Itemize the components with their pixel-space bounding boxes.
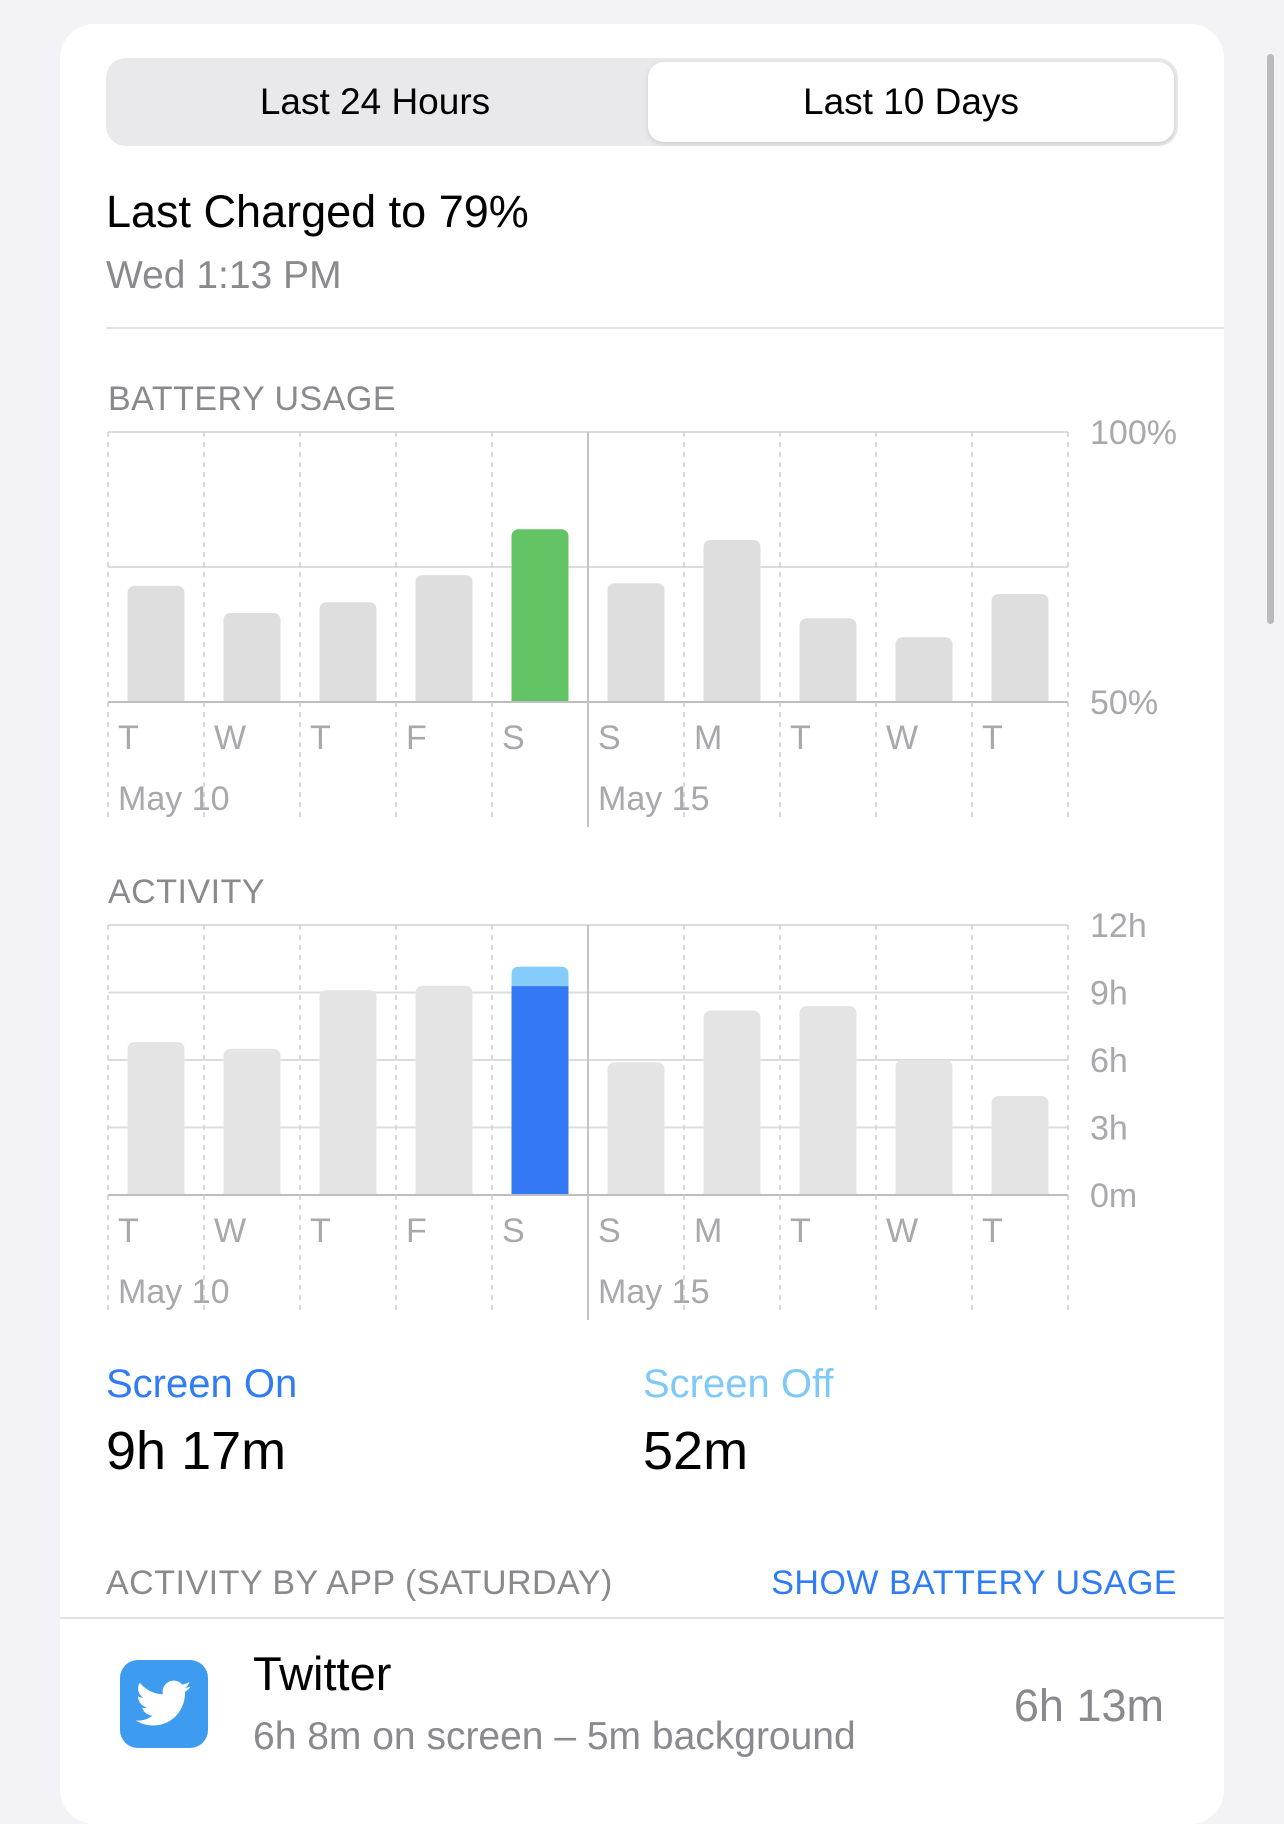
battery-usage-chart[interactable]: T W T F S S M T W T May 10 May 15 100% 50% (0, 420, 1284, 840)
activity-label: ACTIVITY (108, 873, 266, 911)
bar (223, 1048, 281, 1202)
screen-on-label: Screen On (106, 1362, 298, 1406)
day-tick-label: S (598, 1212, 621, 1250)
day-tick-label: S (502, 719, 525, 757)
bar (415, 575, 473, 709)
y-tick-label: 9h (1090, 975, 1128, 1013)
bar (895, 637, 953, 709)
bar (703, 540, 761, 709)
y-tick-label: 3h (1090, 1110, 1128, 1148)
time-range-segmented-control: Last 24 Hours Last 10 Days (106, 58, 1178, 146)
app-detail: 6h 8m on screen – 5m background (253, 1715, 856, 1758)
day-tick-label: W (214, 719, 246, 757)
day-tick-label: W (214, 1212, 246, 1250)
bar (895, 1060, 953, 1202)
last-charged-title: Last Charged to 79% (106, 186, 529, 237)
day-tick-label: F (406, 719, 427, 757)
day-tick-label: T (118, 719, 139, 757)
day-tick-label: T (310, 1212, 331, 1250)
day-tick-label: F (406, 1212, 427, 1250)
day-tick-label: M (694, 1212, 722, 1250)
divider (60, 1617, 1224, 1619)
day-tick-label: W (886, 719, 918, 757)
date-label: May 15 (598, 780, 710, 818)
date-label: May 10 (118, 780, 230, 818)
twitter-bird-icon (120, 1660, 208, 1748)
bar (607, 583, 665, 709)
bar (991, 594, 1049, 709)
day-tick-label: T (982, 1212, 1003, 1250)
day-tick-label: T (790, 1212, 811, 1250)
date-label: May 15 (598, 1273, 710, 1311)
bar (223, 612, 281, 709)
y-tick-label: 12h (1090, 913, 1147, 945)
battery-usage-label: BATTERY USAGE (108, 380, 397, 418)
day-tick-label: T (118, 1212, 139, 1250)
bar (799, 618, 857, 709)
bar-screen-on (511, 986, 569, 1195)
activity-chart[interactable]: T W T F S S M T W T May 10 May 15 12h 9h 6h 3h 0m (0, 913, 1284, 1333)
app-name: Twitter (253, 1647, 392, 1700)
bar (991, 1096, 1049, 1202)
y-tick-label: 50% (1090, 684, 1158, 722)
day-tick-label: T (790, 719, 811, 757)
tab-last-10-days[interactable]: Last 10 Days (648, 62, 1174, 142)
screen-on-value: 9h 17m (106, 1421, 287, 1481)
day-tick-label: S (502, 1212, 525, 1250)
divider (106, 327, 1224, 329)
last-charged-time: Wed 1:13 PM (106, 254, 342, 297)
y-tick-label: 100% (1090, 420, 1177, 452)
app-total-time: 6h 13m (1013, 1680, 1164, 1731)
day-tick-label: W (886, 1212, 918, 1250)
bar (703, 1010, 761, 1202)
show-battery-usage-link[interactable]: SHOW BATTERY USAGE (771, 1564, 1177, 1603)
bar (607, 1062, 665, 1202)
day-tick-label: S (598, 719, 621, 757)
y-tick-label: 6h (1090, 1042, 1128, 1080)
bar (127, 1042, 185, 1202)
day-tick-label: T (982, 719, 1003, 757)
date-label: May 10 (118, 1273, 230, 1311)
y-tick-label: 0m (1090, 1177, 1137, 1215)
screen-off-label: Screen Off (643, 1362, 834, 1406)
bar (319, 990, 377, 1202)
bar (319, 602, 377, 709)
bar (511, 529, 569, 709)
activity-by-app-header: ACTIVITY BY APP (SATURDAY) (106, 1564, 613, 1602)
tab-last-24-hours[interactable]: Last 24 Hours (110, 62, 640, 142)
bar (127, 585, 185, 709)
bar (415, 985, 473, 1202)
day-tick-label: M (694, 719, 722, 757)
screen-off-value: 52m (643, 1421, 749, 1481)
day-tick-label: T (310, 719, 331, 757)
bar (799, 1006, 857, 1202)
